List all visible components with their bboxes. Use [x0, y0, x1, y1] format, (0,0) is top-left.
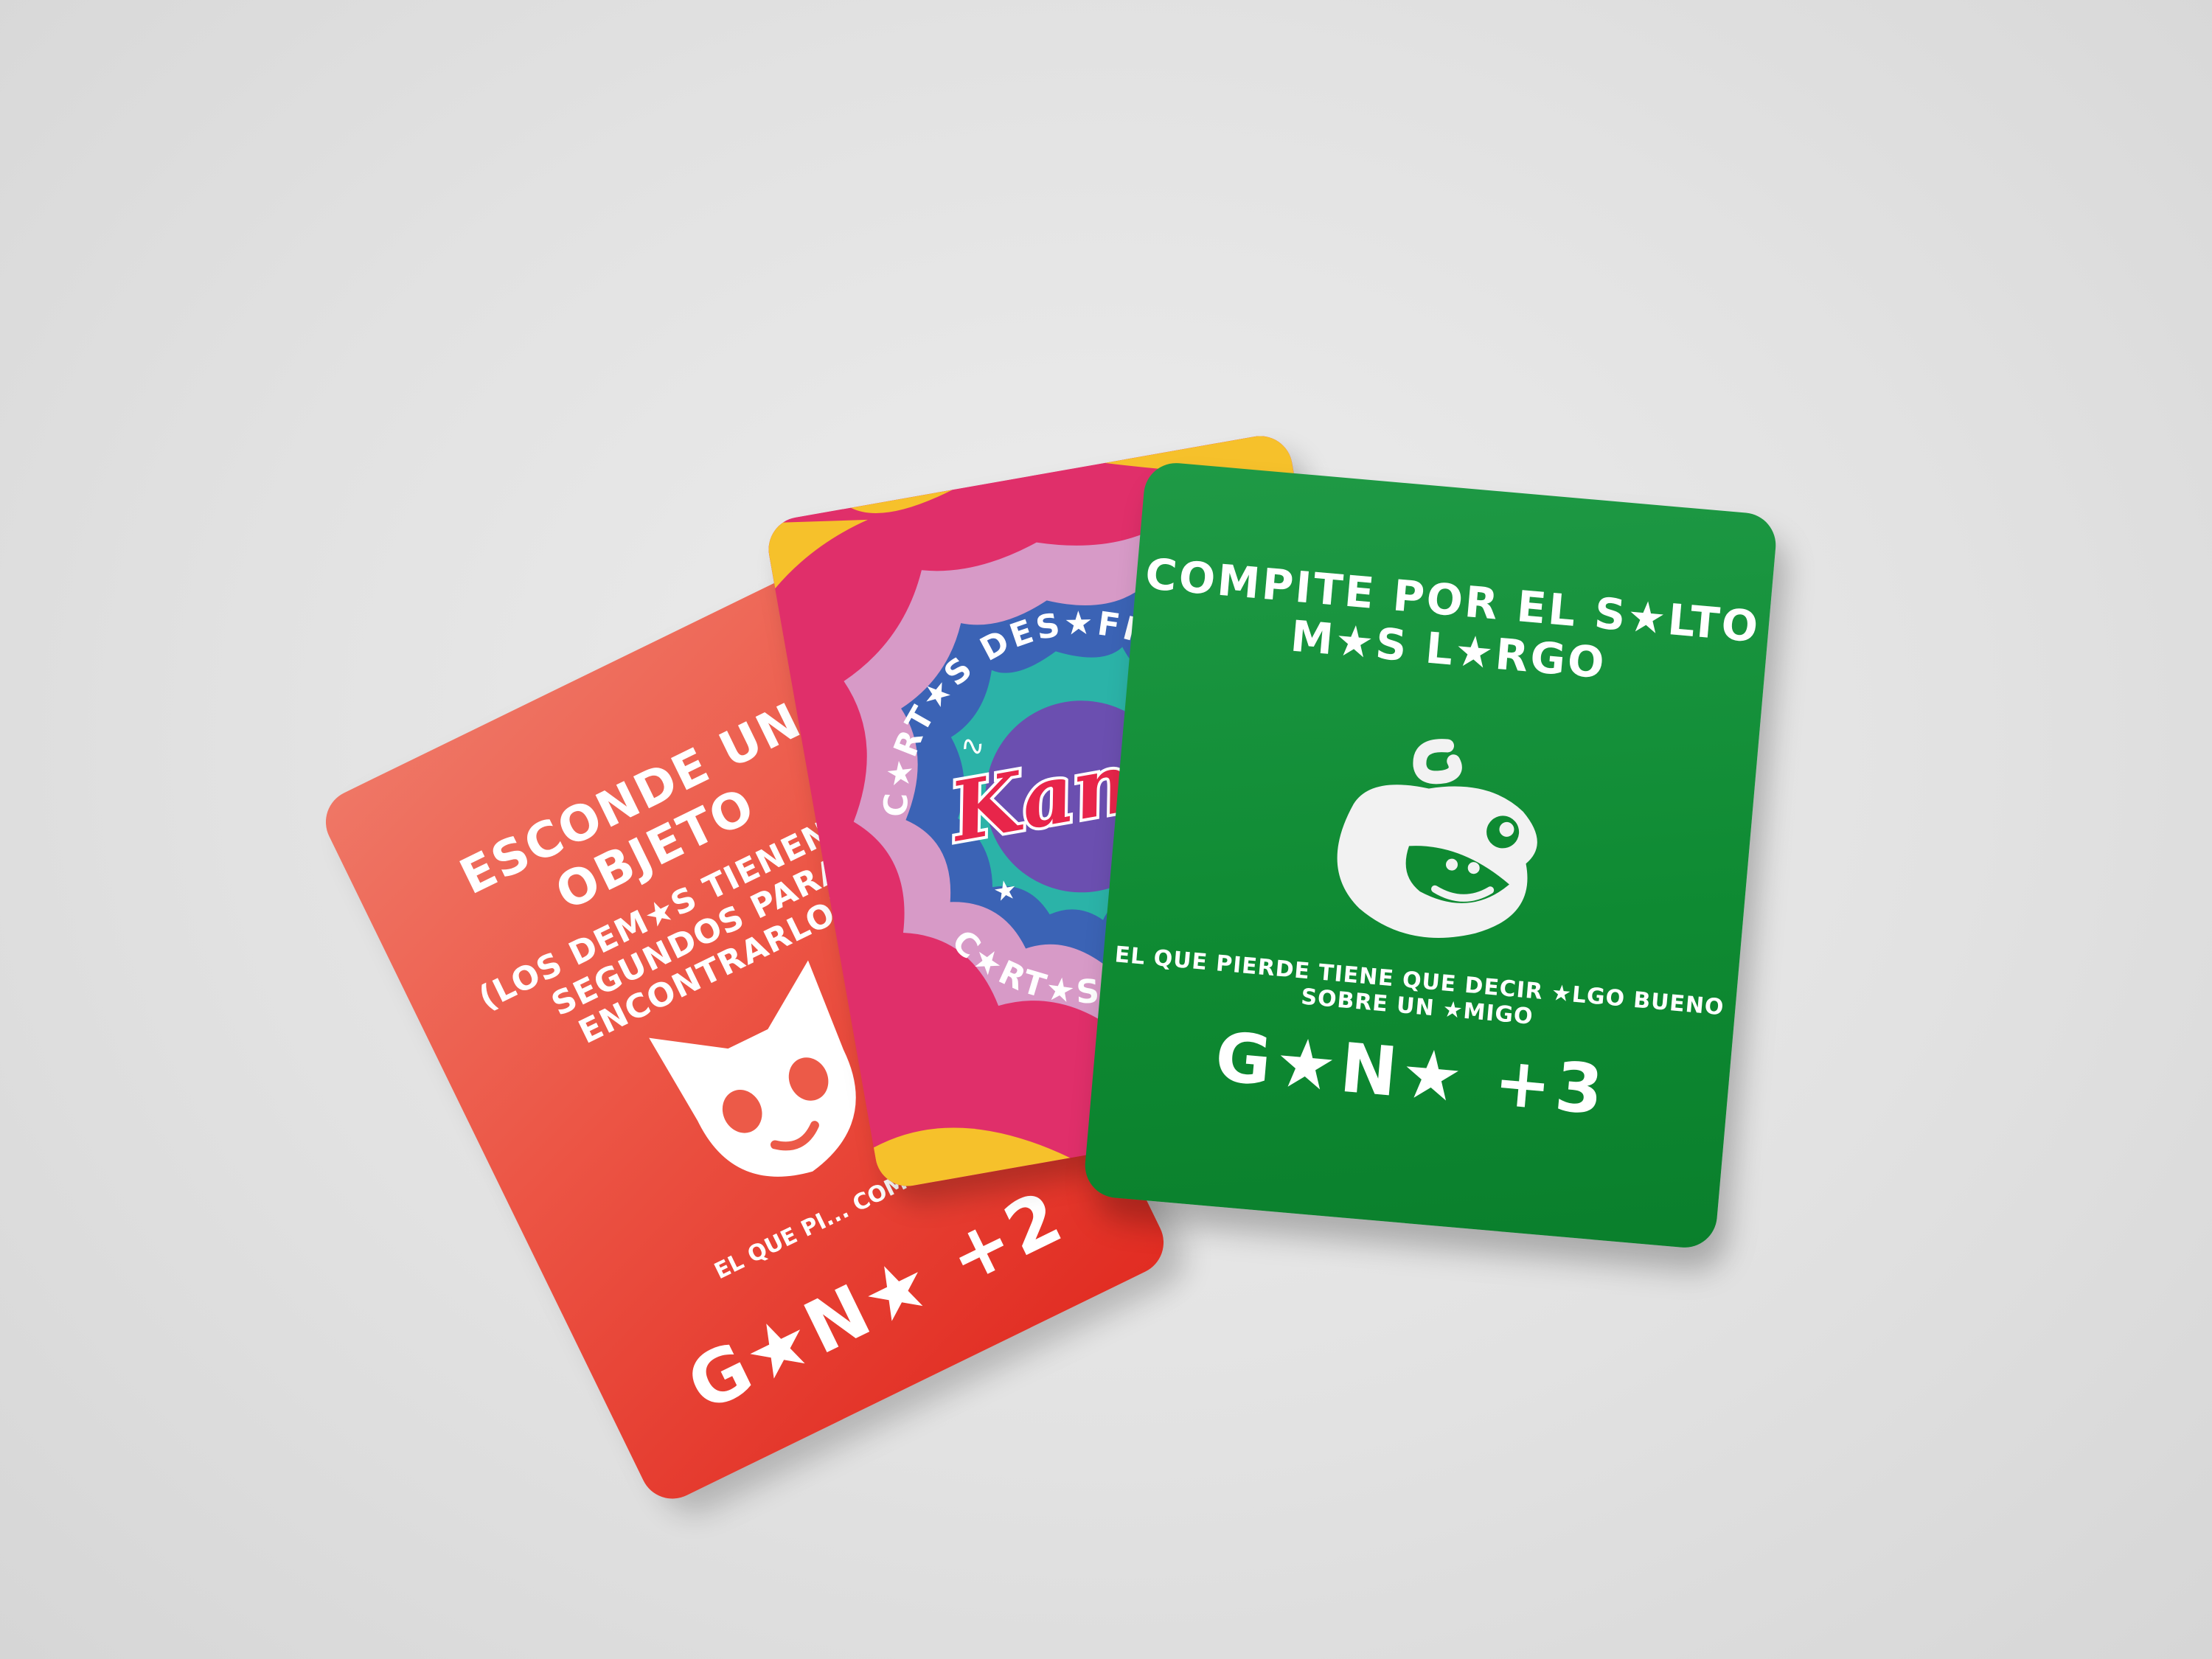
star-icon: ★	[991, 874, 1020, 908]
frog-mascot-icon	[1337, 739, 1537, 938]
green-card-title: COMPITE POR EL S★LTO M★S L★RGO	[1143, 548, 1762, 689]
green-challenge-card: COMPITE POR EL S★LTO M★S L★RGO EL QUE PI…	[1082, 460, 1778, 1251]
